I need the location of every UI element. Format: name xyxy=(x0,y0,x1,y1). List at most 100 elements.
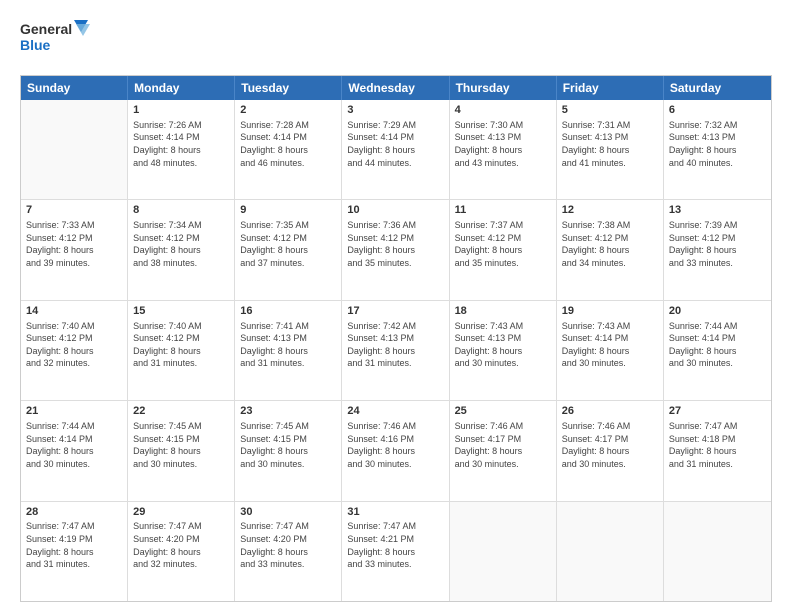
week-row: 7Sunrise: 7:33 AM Sunset: 4:12 PM Daylig… xyxy=(21,200,771,300)
calendar-cell: 16Sunrise: 7:41 AM Sunset: 4:13 PM Dayli… xyxy=(235,301,342,400)
cell-info: Sunrise: 7:26 AM Sunset: 4:14 PM Dayligh… xyxy=(133,119,229,169)
calendar-cell: 20Sunrise: 7:44 AM Sunset: 4:14 PM Dayli… xyxy=(664,301,771,400)
week-row: 14Sunrise: 7:40 AM Sunset: 4:12 PM Dayli… xyxy=(21,301,771,401)
calendar-cell: 12Sunrise: 7:38 AM Sunset: 4:12 PM Dayli… xyxy=(557,200,664,299)
calendar-cell xyxy=(450,502,557,601)
calendar-cell: 29Sunrise: 7:47 AM Sunset: 4:20 PM Dayli… xyxy=(128,502,235,601)
cell-day-number: 23 xyxy=(240,404,336,419)
cell-info: Sunrise: 7:46 AM Sunset: 4:17 PM Dayligh… xyxy=(562,420,658,470)
calendar-cell: 2Sunrise: 7:28 AM Sunset: 4:14 PM Daylig… xyxy=(235,100,342,199)
calendar-cell xyxy=(557,502,664,601)
calendar-cell: 24Sunrise: 7:46 AM Sunset: 4:16 PM Dayli… xyxy=(342,401,449,500)
cell-day-number: 6 xyxy=(669,103,766,118)
calendar-cell: 7Sunrise: 7:33 AM Sunset: 4:12 PM Daylig… xyxy=(21,200,128,299)
cell-info: Sunrise: 7:43 AM Sunset: 4:14 PM Dayligh… xyxy=(562,320,658,370)
cell-info: Sunrise: 7:41 AM Sunset: 4:13 PM Dayligh… xyxy=(240,320,336,370)
cell-info: Sunrise: 7:47 AM Sunset: 4:20 PM Dayligh… xyxy=(133,520,229,570)
cell-day-number: 31 xyxy=(347,505,443,520)
cell-info: Sunrise: 7:45 AM Sunset: 4:15 PM Dayligh… xyxy=(133,420,229,470)
cell-day-number: 20 xyxy=(669,304,766,319)
svg-text:General: General xyxy=(20,21,72,37)
cell-info: Sunrise: 7:31 AM Sunset: 4:13 PM Dayligh… xyxy=(562,119,658,169)
cell-info: Sunrise: 7:40 AM Sunset: 4:12 PM Dayligh… xyxy=(26,320,122,370)
day-header: Sunday xyxy=(21,76,128,100)
day-header: Saturday xyxy=(664,76,771,100)
cell-day-number: 11 xyxy=(455,203,551,218)
cell-info: Sunrise: 7:43 AM Sunset: 4:13 PM Dayligh… xyxy=(455,320,551,370)
cell-day-number: 18 xyxy=(455,304,551,319)
cell-day-number: 17 xyxy=(347,304,443,319)
calendar-cell: 9Sunrise: 7:35 AM Sunset: 4:12 PM Daylig… xyxy=(235,200,342,299)
calendar-cell xyxy=(21,100,128,199)
cell-day-number: 27 xyxy=(669,404,766,419)
cell-day-number: 5 xyxy=(562,103,658,118)
cell-info: Sunrise: 7:28 AM Sunset: 4:14 PM Dayligh… xyxy=(240,119,336,169)
cell-info: Sunrise: 7:37 AM Sunset: 4:12 PM Dayligh… xyxy=(455,219,551,269)
calendar-cell: 21Sunrise: 7:44 AM Sunset: 4:14 PM Dayli… xyxy=(21,401,128,500)
day-header: Tuesday xyxy=(235,76,342,100)
calendar-cell: 4Sunrise: 7:30 AM Sunset: 4:13 PM Daylig… xyxy=(450,100,557,199)
cell-day-number: 30 xyxy=(240,505,336,520)
cell-day-number: 21 xyxy=(26,404,122,419)
calendar-cell: 11Sunrise: 7:37 AM Sunset: 4:12 PM Dayli… xyxy=(450,200,557,299)
week-row: 1Sunrise: 7:26 AM Sunset: 4:14 PM Daylig… xyxy=(21,100,771,200)
calendar-cell: 6Sunrise: 7:32 AM Sunset: 4:13 PM Daylig… xyxy=(664,100,771,199)
calendar-cell: 27Sunrise: 7:47 AM Sunset: 4:18 PM Dayli… xyxy=(664,401,771,500)
calendar-cell: 3Sunrise: 7:29 AM Sunset: 4:14 PM Daylig… xyxy=(342,100,449,199)
weeks: 1Sunrise: 7:26 AM Sunset: 4:14 PM Daylig… xyxy=(21,100,771,601)
cell-info: Sunrise: 7:34 AM Sunset: 4:12 PM Dayligh… xyxy=(133,219,229,269)
week-row: 21Sunrise: 7:44 AM Sunset: 4:14 PM Dayli… xyxy=(21,401,771,501)
calendar-page: General Blue SundayMondayTuesdayWednesda… xyxy=(0,0,792,612)
week-row: 28Sunrise: 7:47 AM Sunset: 4:19 PM Dayli… xyxy=(21,502,771,601)
cell-info: Sunrise: 7:47 AM Sunset: 4:19 PM Dayligh… xyxy=(26,520,122,570)
cell-info: Sunrise: 7:35 AM Sunset: 4:12 PM Dayligh… xyxy=(240,219,336,269)
cell-day-number: 3 xyxy=(347,103,443,118)
cell-day-number: 8 xyxy=(133,203,229,218)
day-header: Monday xyxy=(128,76,235,100)
cell-day-number: 24 xyxy=(347,404,443,419)
cell-day-number: 29 xyxy=(133,505,229,520)
logo: General Blue xyxy=(20,18,90,63)
calendar-cell: 1Sunrise: 7:26 AM Sunset: 4:14 PM Daylig… xyxy=(128,100,235,199)
cell-info: Sunrise: 7:32 AM Sunset: 4:13 PM Dayligh… xyxy=(669,119,766,169)
calendar-cell: 15Sunrise: 7:40 AM Sunset: 4:12 PM Dayli… xyxy=(128,301,235,400)
day-header: Thursday xyxy=(450,76,557,100)
cell-day-number: 4 xyxy=(455,103,551,118)
cell-info: Sunrise: 7:47 AM Sunset: 4:18 PM Dayligh… xyxy=(669,420,766,470)
cell-day-number: 28 xyxy=(26,505,122,520)
calendar-cell: 31Sunrise: 7:47 AM Sunset: 4:21 PM Dayli… xyxy=(342,502,449,601)
calendar-cell: 13Sunrise: 7:39 AM Sunset: 4:12 PM Dayli… xyxy=(664,200,771,299)
cell-day-number: 26 xyxy=(562,404,658,419)
day-header: Wednesday xyxy=(342,76,449,100)
day-header: Friday xyxy=(557,76,664,100)
calendar-cell: 22Sunrise: 7:45 AM Sunset: 4:15 PM Dayli… xyxy=(128,401,235,500)
cell-day-number: 22 xyxy=(133,404,229,419)
calendar-cell xyxy=(664,502,771,601)
calendar: SundayMondayTuesdayWednesdayThursdayFrid… xyxy=(20,75,772,602)
cell-info: Sunrise: 7:30 AM Sunset: 4:13 PM Dayligh… xyxy=(455,119,551,169)
logo-svg: General Blue xyxy=(20,18,90,63)
cell-day-number: 15 xyxy=(133,304,229,319)
cell-day-number: 14 xyxy=(26,304,122,319)
calendar-cell: 5Sunrise: 7:31 AM Sunset: 4:13 PM Daylig… xyxy=(557,100,664,199)
calendar-cell: 28Sunrise: 7:47 AM Sunset: 4:19 PM Dayli… xyxy=(21,502,128,601)
cell-info: Sunrise: 7:38 AM Sunset: 4:12 PM Dayligh… xyxy=(562,219,658,269)
cell-info: Sunrise: 7:44 AM Sunset: 4:14 PM Dayligh… xyxy=(669,320,766,370)
cell-info: Sunrise: 7:39 AM Sunset: 4:12 PM Dayligh… xyxy=(669,219,766,269)
cell-info: Sunrise: 7:36 AM Sunset: 4:12 PM Dayligh… xyxy=(347,219,443,269)
header: General Blue xyxy=(20,18,772,63)
cell-info: Sunrise: 7:44 AM Sunset: 4:14 PM Dayligh… xyxy=(26,420,122,470)
calendar-cell: 18Sunrise: 7:43 AM Sunset: 4:13 PM Dayli… xyxy=(450,301,557,400)
cell-day-number: 25 xyxy=(455,404,551,419)
cell-day-number: 16 xyxy=(240,304,336,319)
svg-text:Blue: Blue xyxy=(20,37,51,53)
calendar-cell: 23Sunrise: 7:45 AM Sunset: 4:15 PM Dayli… xyxy=(235,401,342,500)
calendar-cell: 14Sunrise: 7:40 AM Sunset: 4:12 PM Dayli… xyxy=(21,301,128,400)
cell-day-number: 10 xyxy=(347,203,443,218)
cell-info: Sunrise: 7:46 AM Sunset: 4:17 PM Dayligh… xyxy=(455,420,551,470)
cell-info: Sunrise: 7:33 AM Sunset: 4:12 PM Dayligh… xyxy=(26,219,122,269)
cell-info: Sunrise: 7:29 AM Sunset: 4:14 PM Dayligh… xyxy=(347,119,443,169)
cell-day-number: 12 xyxy=(562,203,658,218)
cell-day-number: 1 xyxy=(133,103,229,118)
calendar-cell: 19Sunrise: 7:43 AM Sunset: 4:14 PM Dayli… xyxy=(557,301,664,400)
